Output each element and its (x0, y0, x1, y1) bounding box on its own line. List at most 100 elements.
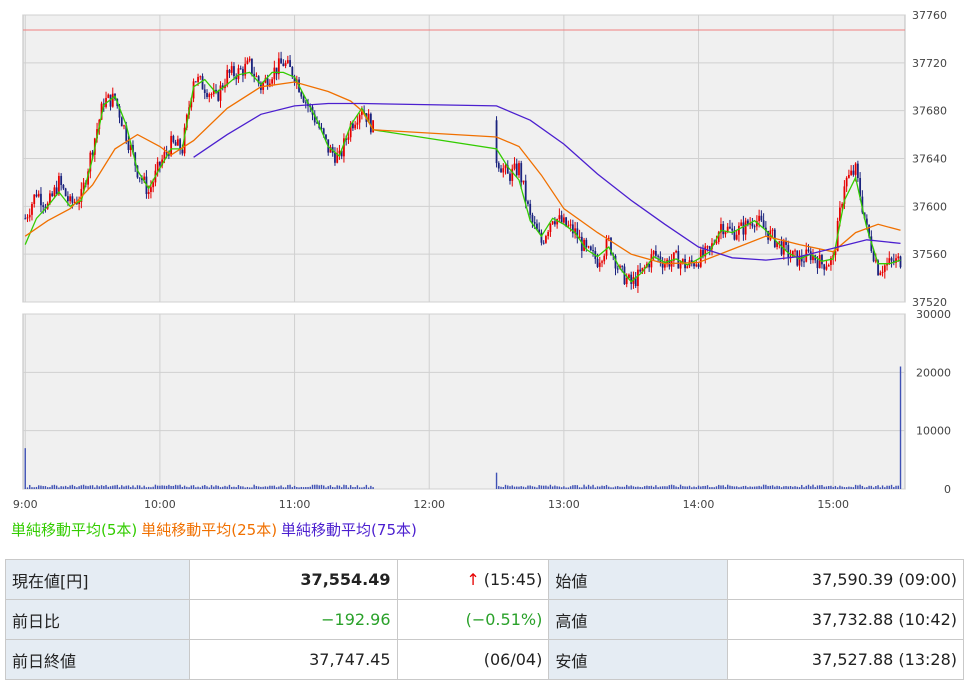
volume-bar-172 (531, 486, 534, 489)
volume-bar-178 (545, 485, 547, 489)
volume-bar-113 (278, 486, 280, 489)
volume-bar-309 (839, 485, 841, 489)
candle-body-165 (515, 163, 518, 176)
volume-bar-10 (46, 487, 49, 489)
volume-bar-131 (318, 485, 320, 489)
candle-body-304 (827, 265, 830, 267)
volume-bar-79 (201, 485, 204, 489)
volume-bar-39 (112, 485, 114, 489)
volume-bar-278 (769, 485, 772, 489)
candle-body-236 (675, 251, 677, 253)
volume-bar-38 (109, 486, 112, 489)
candle-body-110 (271, 79, 274, 84)
volume-bar-81 (206, 486, 208, 489)
candle-body-314 (850, 170, 853, 175)
volume-bar-301 (821, 485, 823, 489)
volume-bar-250 (706, 485, 709, 489)
volume-bar-211 (619, 486, 621, 489)
volume-bar-33 (98, 486, 101, 489)
volume-bar-293 (803, 487, 805, 489)
candle-body-261 (731, 228, 734, 231)
volume-bar-299 (816, 485, 819, 489)
volume-bar-215 (628, 486, 630, 489)
candle-body-158 (500, 168, 502, 173)
volume-bar-109 (269, 485, 271, 489)
volume-bar-115 (282, 487, 285, 489)
candle-body-37 (107, 94, 110, 98)
volume-bar-220 (639, 486, 641, 489)
volume-bar-78 (199, 487, 201, 489)
volume-bar-129 (314, 484, 316, 489)
info-row-current: 現在値[円] 37,554.49 ↑ (15:45) 始値 37,590.39 (… (5, 559, 964, 600)
volume-bar-193 (578, 487, 581, 489)
volume-bar-302 (823, 486, 825, 489)
volume-bar-328 (881, 485, 884, 489)
volume-bar-320 (863, 487, 866, 489)
volume-bar-246 (697, 485, 700, 489)
low-value: 37,527.88 (13:28) (726, 639, 964, 680)
volume-bar-274 (760, 486, 763, 489)
volume-bar-229 (659, 486, 662, 489)
candle-body-179 (547, 231, 550, 236)
prev-close-label: 前日終値 (5, 639, 190, 680)
volume-bar-53 (143, 485, 145, 489)
candle-body-331 (888, 258, 891, 264)
candle-body-100 (248, 58, 251, 61)
volume-bar-110 (271, 485, 273, 489)
candle-body-241 (686, 266, 689, 269)
volume-bar-161 (507, 485, 509, 489)
candle-body-92 (230, 66, 233, 73)
volume-bar-134 (325, 487, 327, 489)
candle-body-303 (825, 266, 828, 270)
volume-bar-151 (363, 486, 365, 489)
candle-body-17 (62, 184, 65, 189)
volume-bar-26 (82, 484, 85, 489)
legend-ma25: 単純移動平均(25本) (141, 521, 278, 539)
candle-body-171 (529, 203, 532, 215)
volume-bar-202 (599, 486, 601, 489)
price-tick-label-5: 37720 (912, 57, 947, 70)
volume-bar-204 (603, 486, 605, 489)
candle-body-197 (587, 246, 590, 248)
candle-body-199 (592, 250, 594, 252)
time-tick-label-2: 11:00 (279, 498, 311, 511)
candle-body-59 (156, 161, 159, 171)
candle-body-162 (509, 173, 511, 181)
candle-body-312 (845, 177, 848, 187)
volume-bar-265 (740, 486, 742, 489)
price-tick-label-1: 37560 (912, 248, 947, 261)
volume-bar-190 (572, 485, 574, 489)
volume-bar-254 (715, 486, 718, 489)
volume-bar-176 (540, 485, 543, 489)
volume-bar-235 (673, 485, 675, 489)
volume-bar-335 (897, 485, 899, 489)
price-tick-label-6: 37760 (912, 9, 947, 22)
volume-bar-285 (785, 486, 787, 489)
candle-body-270 (751, 223, 754, 227)
volume-bar-261 (731, 486, 733, 489)
volume-bar-280 (774, 486, 776, 489)
volume-bar-279 (771, 485, 774, 489)
volume-bar-98 (244, 487, 246, 489)
volume-bar-195 (583, 484, 585, 489)
volume-bar-317 (857, 485, 859, 489)
volume-bar-148 (356, 485, 359, 489)
volume-bar-74 (190, 485, 193, 489)
candle-body-55 (147, 192, 150, 195)
volume-bar-41 (116, 484, 118, 489)
high-value: 37,732.88 (10:42) (726, 599, 964, 640)
candle-body-0 (24, 218, 27, 220)
volume-bar-208 (612, 487, 614, 489)
volume-bar-291 (798, 487, 801, 489)
legend-ma5: 単純移動平均(5本) (11, 521, 138, 539)
volume-bar-150 (361, 487, 363, 489)
volume-bar-163 (511, 485, 513, 489)
volume-bar-167 (520, 486, 522, 489)
volume-bar-54 (145, 487, 148, 489)
volume-bar-310 (841, 486, 843, 489)
candle-body-20 (69, 196, 72, 202)
candle-body-39 (111, 93, 114, 107)
candle-body-1 (26, 217, 29, 219)
candle-body-246 (697, 264, 700, 267)
candle-body-86 (217, 91, 220, 101)
